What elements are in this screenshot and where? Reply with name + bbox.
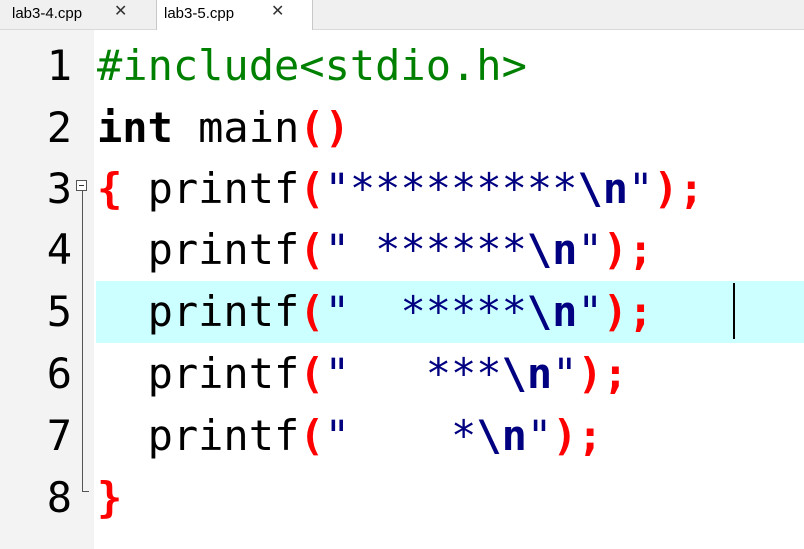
code-text: printf(" *\n"); bbox=[97, 405, 603, 467]
line-number: 6 bbox=[46, 349, 72, 398]
string-literal: " bbox=[577, 287, 603, 336]
operator: ); bbox=[552, 411, 603, 460]
operator: ( bbox=[299, 287, 325, 336]
operator: ( bbox=[299, 349, 325, 398]
code-line[interactable]: 6 printf(" ***\n"); bbox=[0, 343, 804, 405]
tab-label: lab3-5.cpp bbox=[164, 5, 235, 22]
line-number: 8 bbox=[46, 473, 72, 522]
string-literal: "********* bbox=[324, 164, 578, 213]
code-text: printf(" ***\n"); bbox=[97, 343, 629, 405]
code-text: int main() bbox=[97, 97, 350, 159]
escape-sequence: \n bbox=[501, 349, 553, 398]
string-literal: " bbox=[577, 225, 603, 274]
operator: ); bbox=[653, 164, 704, 213]
operator: ); bbox=[602, 287, 654, 336]
line-number: 7 bbox=[46, 411, 72, 460]
close-icon[interactable]: ✕ bbox=[271, 1, 284, 21]
escape-sequence: \n bbox=[476, 411, 527, 460]
string-literal: " ****** bbox=[324, 225, 527, 274]
operator: ( bbox=[299, 103, 325, 152]
escape-sequence: \n bbox=[526, 225, 578, 274]
tab-label: lab3-4.cpp bbox=[12, 5, 83, 22]
operator: ( bbox=[299, 164, 325, 213]
operator: ( bbox=[299, 225, 325, 274]
string-literal: " *** bbox=[324, 349, 502, 398]
escape-sequence: \n bbox=[526, 287, 578, 336]
operator: ); bbox=[602, 225, 654, 274]
tab-bar: lab3-4.cpp ✕ lab3-5.cpp ✕ bbox=[0, 0, 804, 30]
string-literal: " bbox=[628, 164, 654, 213]
code-line[interactable]: 4 printf(" ******\n"); bbox=[0, 219, 804, 281]
keyword: int bbox=[97, 103, 173, 152]
string-literal: " bbox=[526, 411, 553, 460]
line-number: 1 bbox=[46, 41, 72, 90]
operator: ) bbox=[324, 103, 350, 152]
code-line[interactable]: 7 printf(" *\n"); bbox=[0, 405, 804, 467]
tab-lab3-5[interactable]: lab3-5.cpp ✕ bbox=[156, 0, 313, 30]
code-text: printf(" *****\n"); bbox=[97, 281, 654, 343]
brace: { bbox=[97, 164, 123, 213]
string-literal: " bbox=[552, 349, 578, 398]
preprocessor-directive: #include<stdio.h> bbox=[97, 41, 527, 90]
text-caret bbox=[733, 283, 735, 339]
identifier: printf bbox=[97, 349, 300, 398]
line-number: 2 bbox=[46, 103, 72, 152]
code-text: #include<stdio.h> bbox=[97, 35, 527, 97]
code-line[interactable]: 8 } bbox=[0, 467, 804, 529]
code-line[interactable]: 2 int main() bbox=[0, 97, 804, 159]
tab-lab3-4[interactable]: lab3-4.cpp ✕ bbox=[0, 0, 156, 29]
code-line[interactable]: 1 #include<stdio.h> bbox=[0, 35, 804, 97]
operator: ( bbox=[299, 411, 325, 460]
brace: } bbox=[97, 473, 123, 522]
identifier: printf bbox=[97, 225, 300, 274]
code-text: } bbox=[97, 467, 122, 529]
identifier: printf bbox=[97, 287, 300, 336]
operator: ); bbox=[577, 349, 629, 398]
escape-sequence: \n bbox=[577, 164, 629, 213]
identifier: main bbox=[172, 103, 300, 152]
line-number: 5 bbox=[46, 287, 72, 336]
line-number: 3 bbox=[46, 164, 72, 213]
identifier: printf bbox=[97, 411, 300, 460]
line-number: 4 bbox=[46, 225, 72, 274]
string-literal: " ***** bbox=[324, 287, 527, 336]
string-literal: " * bbox=[324, 411, 477, 460]
code-text: printf(" ******\n"); bbox=[97, 219, 654, 281]
identifier: printf bbox=[122, 164, 300, 213]
code-text: { printf("*********\n"); bbox=[97, 158, 704, 220]
close-icon[interactable]: ✕ bbox=[114, 1, 127, 21]
code-line[interactable]: 5 printf(" *****\n"); bbox=[0, 281, 804, 343]
code-line[interactable]: 3 { printf("*********\n"); bbox=[0, 158, 804, 220]
